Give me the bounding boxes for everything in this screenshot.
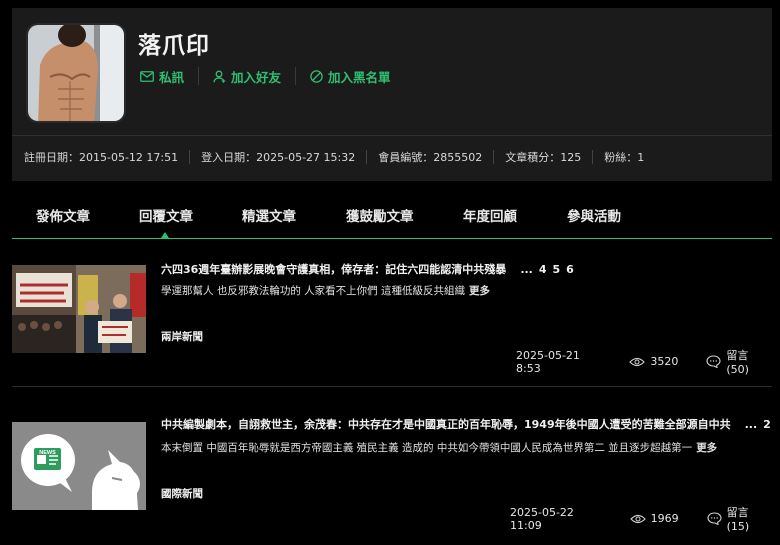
excerpt-text: 本末倒置 中國百年恥辱就是西方帝國主義 殖民主義 造成的 中共如今帶領中國人民成…: [161, 442, 693, 454]
stat-divider: [493, 150, 495, 164]
eye-icon: [629, 357, 646, 367]
title-ellipsis: ...: [520, 263, 533, 276]
eye-icon: [629, 514, 646, 524]
article-item: 六四36週年臺辦影展晚會守護真相，倖存者：記住六四能認清中共殘暴... 4 5 6 學…: [12, 255, 772, 377]
tab-featured-articles[interactable]: 精選文章: [242, 205, 296, 225]
comment-count[interactable]: 留言 (15): [727, 504, 772, 533]
article-excerpt: 本末倒置 中國百年恥辱就是西方帝國主義 殖民主義 造成的 中共如今帶領中國人民成…: [161, 440, 717, 455]
article-meta: 2025-05-22 11:09 1969 留言 (15): [510, 504, 772, 534]
block-icon: [310, 69, 323, 83]
view-count: 1969: [650, 512, 679, 525]
title-ellipsis: ...: [744, 418, 758, 431]
more-link[interactable]: 更多: [696, 442, 717, 454]
article-meta: 2025-05-21 8:53 3520 留言 (50): [516, 347, 772, 377]
article-points: 文章積分：125: [505, 151, 582, 164]
tab-activities[interactable]: 參與活動: [567, 205, 621, 225]
article-thumbnail[interactable]: NEWS: [12, 422, 146, 510]
article-thumbnail[interactable]: [12, 265, 146, 353]
comment-icon: [707, 512, 722, 525]
article-category[interactable]: 國際新聞: [161, 486, 203, 501]
profile-stats: 註冊日期：2015-05-12 17:51 登入日期：2025-05-27 15…: [24, 149, 644, 165]
add-friend-label: 加入好友: [231, 69, 282, 85]
message-label: 私訊: [159, 69, 185, 85]
svg-text:NEWS: NEWS: [39, 450, 56, 456]
page-link[interactable]: 6: [566, 263, 574, 276]
tab-published-articles[interactable]: 發佈文章: [36, 205, 90, 225]
excerpt-text: 學運那幫人 也反邪教法輪功的 人家看不上你們 這種低級反共組織: [161, 285, 466, 297]
view-count: 3520: [650, 355, 679, 368]
stat-divider: [592, 150, 594, 164]
profile-actions: 私訊 加入好友 加入黑名單: [140, 66, 391, 86]
profile-header: 落爪印 私訊 加入好友 加入黑名單 註冊日期：2015-05-12 17:51 …: [12, 8, 772, 181]
login-date: 登入日期：2025-05-27 15:32: [201, 151, 356, 164]
profile-tabs: 發佈文章 回覆文章 精選文章 獲鼓勵文章 年度回顧 參與活動: [12, 195, 772, 239]
add-friend-icon: [213, 70, 226, 83]
article-title[interactable]: 六四36週年臺辦影展晚會守護真相，倖存者：記住六四能認清中共殘暴... 4 5 6: [161, 261, 574, 277]
mail-icon: [140, 70, 154, 82]
article-item: NEWS 中共編製劇本，自詡救世主，余茂春：中共存在才是中國真正的百年恥辱，19…: [12, 410, 772, 534]
more-link[interactable]: 更多: [469, 285, 490, 297]
register-date: 註冊日期：2015-05-12 17:51: [24, 151, 179, 164]
fans-count: 粉絲：1: [604, 151, 645, 164]
stat-divider: [189, 150, 191, 164]
page-link[interactable]: 2: [763, 418, 771, 431]
username: 落爪印: [138, 33, 210, 59]
avatar[interactable]: [26, 23, 126, 123]
action-divider: [295, 67, 297, 85]
stat-divider: [366, 150, 368, 164]
page-link[interactable]: 4: [539, 263, 547, 276]
comment-icon: [706, 355, 721, 368]
tab-encouraged-articles[interactable]: 獲鼓勵文章: [346, 205, 414, 225]
comment-count[interactable]: 留言 (50): [726, 347, 772, 376]
add-friend-button[interactable]: 加入好友: [213, 66, 281, 86]
blacklist-label: 加入黑名單: [328, 69, 391, 85]
article-title[interactable]: 中共編製劇本，自詡救世主，余茂春：中共存在才是中國真正的百年恥辱，1949年後中…: [161, 416, 771, 432]
member-number: 會員編號：2855502: [378, 151, 483, 164]
page-link[interactable]: 5: [553, 263, 561, 276]
blacklist-button[interactable]: 加入黑名單: [310, 66, 391, 86]
active-tab-indicator: [161, 232, 169, 238]
article-divider: [12, 386, 772, 387]
profile-divider: [12, 135, 772, 136]
article-date: 2025-05-21 8:53: [516, 348, 580, 375]
tab-annual-review[interactable]: 年度回顧: [463, 205, 517, 225]
article-date: 2025-05-22 11:09: [510, 505, 574, 532]
tab-replied-articles[interactable]: 回覆文章: [139, 205, 193, 225]
message-button[interactable]: 私訊: [140, 66, 184, 86]
action-divider: [198, 67, 200, 85]
article-excerpt: 學運那幫人 也反邪教法輪功的 人家看不上你們 這種低級反共組織 更多: [161, 283, 490, 298]
article-title-text: 中共編製劇本，自詡救世主，余茂春：中共存在才是中國真正的百年恥辱，1949年後中…: [161, 418, 731, 431]
article-title-text: 六四36週年臺辦影展晚會守護真相，倖存者：記住六四能認清中共殘暴: [161, 263, 507, 276]
article-category[interactable]: 兩岸新聞: [161, 329, 203, 344]
